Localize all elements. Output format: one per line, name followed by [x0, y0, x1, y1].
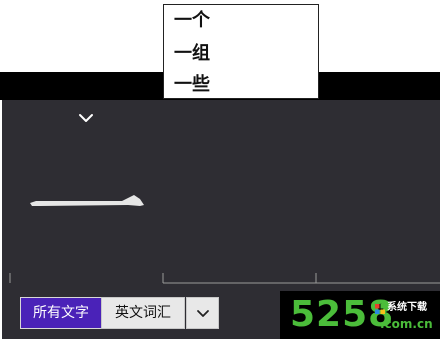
watermark-domain: .com.cn — [380, 317, 433, 331]
character-stroke-yi — [30, 195, 144, 206]
chevron-down-icon — [197, 310, 209, 317]
app-window: 一个 一组 一些 所有文字 英文词汇 5258 系统下载 .com.cn — [0, 0, 440, 339]
suggestion-item[interactable]: 一组 — [174, 40, 210, 68]
chevron-down-icon[interactable] — [78, 112, 94, 124]
suggestion-popup: 一个 一组 一些 — [163, 4, 319, 99]
suggestion-item[interactable]: 一个 — [174, 7, 210, 35]
suggestion-item[interactable]: 一些 — [174, 71, 210, 99]
site-watermark: 5258 系统下载 .com.cn — [280, 291, 440, 339]
panel-ruler — [9, 273, 440, 284]
english-words-tab[interactable]: 英文词汇 — [101, 297, 185, 329]
watermark-digits: 5258 — [290, 294, 395, 335]
more-dropdown-button[interactable] — [186, 297, 219, 329]
watermark-cn-text: 系统下载 — [387, 302, 427, 313]
windows-logo-icon — [375, 304, 385, 314]
all-text-tab[interactable]: 所有文字 — [20, 297, 102, 329]
